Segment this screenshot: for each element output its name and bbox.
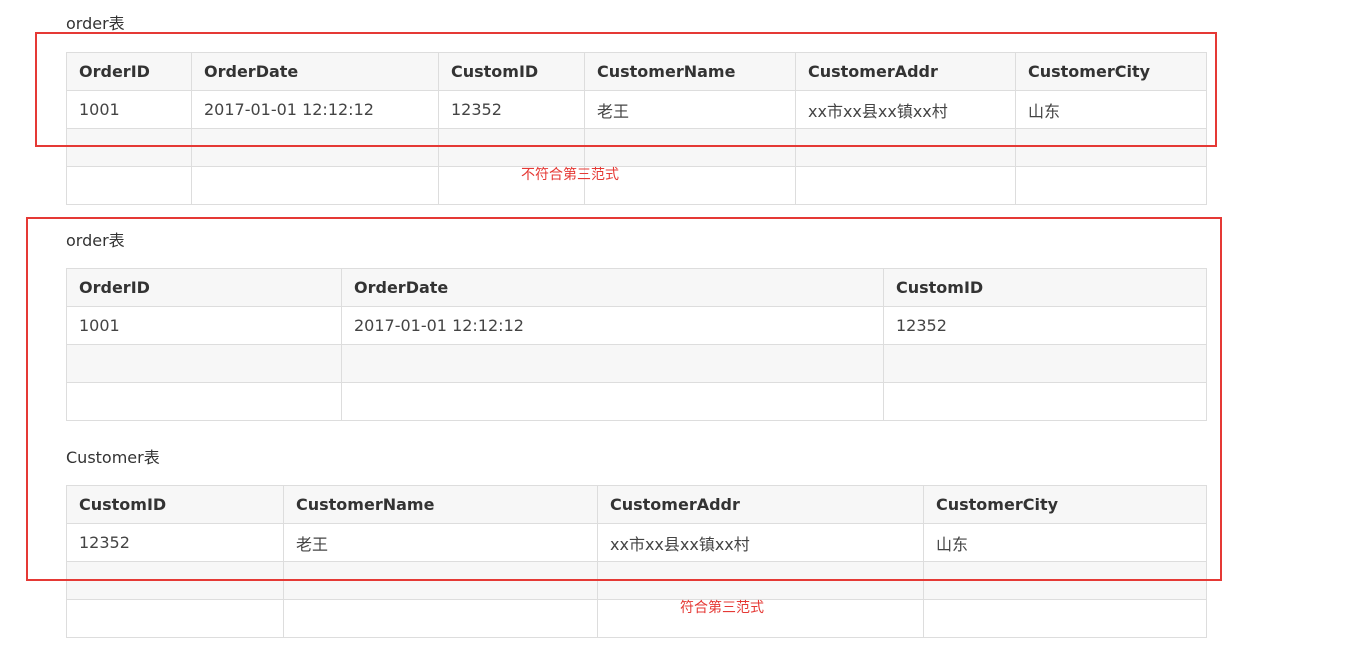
annotation-non-3nf: 不符合第三范式 xyxy=(521,167,619,183)
empty-row xyxy=(66,166,1207,205)
highlight-box-3nf xyxy=(26,217,1222,581)
order-table-caption: order表 xyxy=(66,14,125,33)
empty-row xyxy=(66,599,1207,638)
highlight-box-non-3nf xyxy=(35,32,1217,147)
annotation-3nf: 符合第三范式 xyxy=(680,600,764,616)
